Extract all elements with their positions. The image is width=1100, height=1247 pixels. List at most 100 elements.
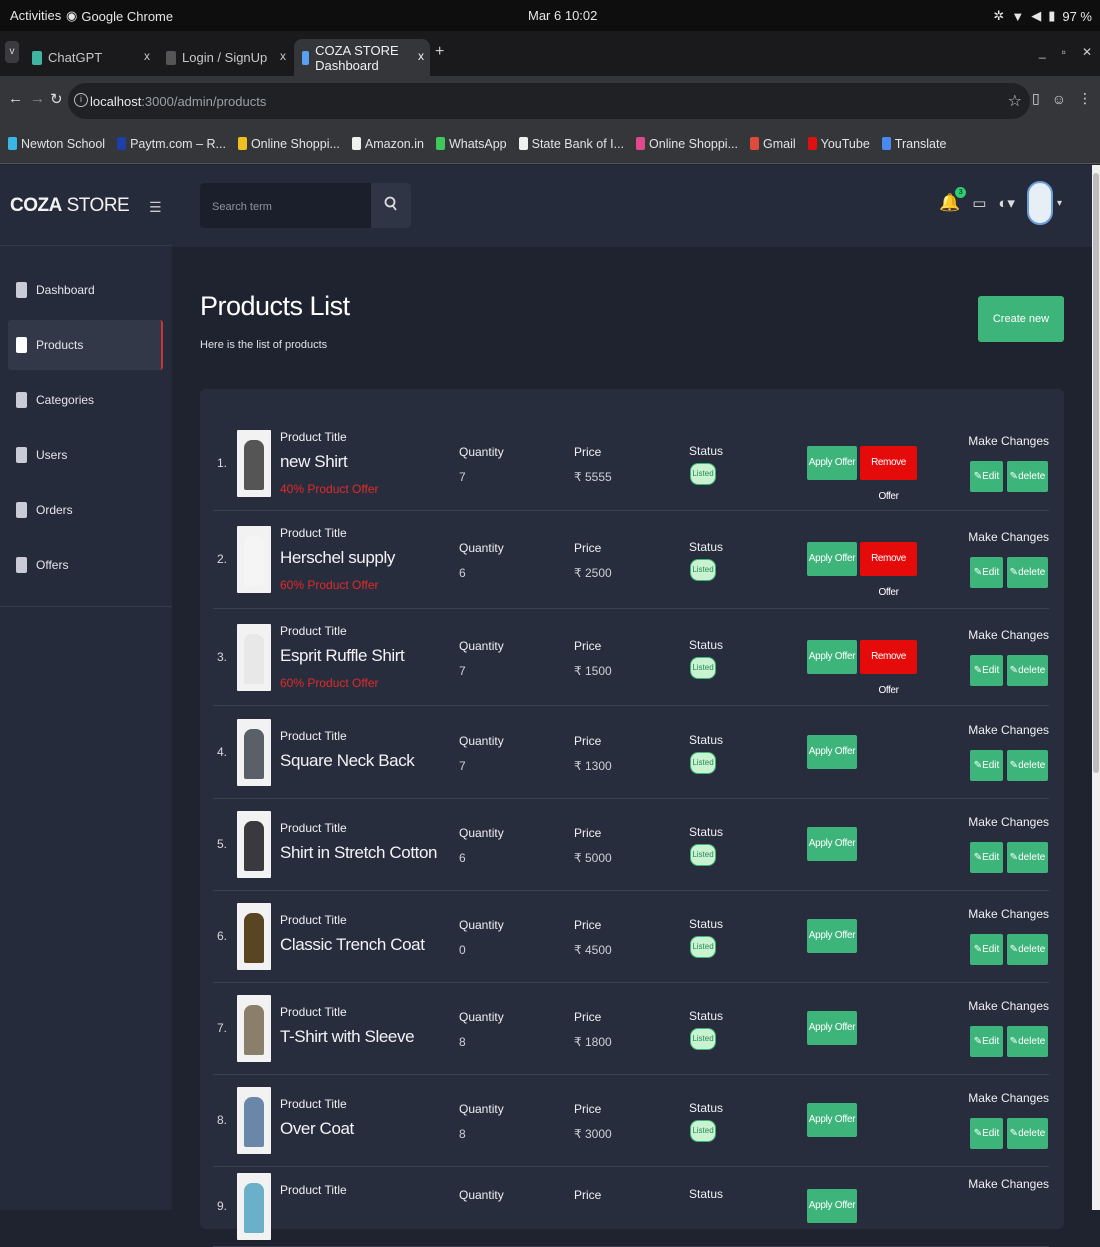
- delete-button[interactable]: ✎delete: [1007, 654, 1048, 686]
- apply-offer-button[interactable]: Apply Offer: [807, 827, 857, 861]
- apply-offer-button[interactable]: Apply Offer: [807, 1011, 857, 1045]
- edit-button[interactable]: ✎Edit: [970, 1026, 1003, 1057]
- sidebar-item-dashboard[interactable]: Dashboard: [8, 265, 163, 315]
- edit-button[interactable]: ✎Edit: [970, 749, 1003, 781]
- notification-bell-icon[interactable]: 🔔 3: [939, 187, 967, 213]
- apply-offer-button[interactable]: Apply Offer: [807, 542, 857, 576]
- edit-button[interactable]: ✎Edit: [970, 557, 1003, 588]
- profile-icon[interactable]: ☺: [1052, 91, 1066, 107]
- apply-offer-button[interactable]: Apply Offer: [807, 446, 857, 480]
- edit-button[interactable]: ✎Edit: [970, 842, 1003, 873]
- app-menu[interactable]: ◉ Google Chrome: [66, 8, 173, 24]
- tab-chatgpt[interactable]: ChatGPT x: [24, 39, 156, 76]
- site-info-icon[interactable]: i: [74, 93, 88, 107]
- product-thumbnail[interactable]: [237, 995, 271, 1062]
- product-thumbnail[interactable]: [237, 903, 271, 970]
- bookmark-item[interactable]: Amazon.in: [351, 137, 424, 151]
- edit-button[interactable]: ✎Edit: [970, 934, 1003, 965]
- avatar[interactable]: [1026, 181, 1053, 225]
- edit-button[interactable]: ✎Edit: [970, 654, 1003, 686]
- bookmark-item[interactable]: Online Shoppi...: [636, 137, 738, 151]
- new-tab-icon[interactable]: +: [435, 43, 444, 61]
- delete-button[interactable]: ✎delete: [1007, 557, 1048, 588]
- tab-close-icon[interactable]: x: [418, 49, 424, 63]
- close-window-icon[interactable]: ✕: [1082, 45, 1092, 59]
- product-thumbnail[interactable]: [237, 1173, 271, 1240]
- sidebar-item-orders[interactable]: Orders: [8, 485, 163, 535]
- status-badge: Listed: [690, 1028, 716, 1050]
- delete-button[interactable]: ✎delete: [1007, 1118, 1048, 1149]
- delete-button[interactable]: ✎delete: [1007, 749, 1048, 781]
- address-bar[interactable]: i localhost:3000/admin/products ☆: [68, 83, 1030, 119]
- tab-close-icon[interactable]: x: [144, 49, 150, 63]
- create-new-button[interactable]: Create new: [978, 296, 1064, 342]
- language-globe-icon[interactable]: ◐▾: [998, 194, 1015, 212]
- product-thumbnail[interactable]: [237, 623, 271, 691]
- reload-icon[interactable]: ↻: [50, 90, 63, 108]
- quantity-value: 8: [459, 1035, 466, 1049]
- delete-button[interactable]: ✎delete: [1007, 842, 1048, 873]
- maximize-icon[interactable]: ▫: [1062, 45, 1066, 59]
- sidebar-item-users[interactable]: Users: [8, 430, 163, 480]
- bookmark-item[interactable]: State Bank of I...: [518, 137, 624, 151]
- search-icon: [384, 196, 397, 211]
- minimize-icon[interactable]: _: [1039, 45, 1046, 59]
- bookmark-label: YouTube: [820, 136, 870, 151]
- forward-icon[interactable]: →: [30, 90, 45, 107]
- edit-label: Edit: [982, 567, 1000, 578]
- search-input[interactable]: Search term: [200, 183, 372, 228]
- bookmark-item[interactable]: Paytm.com – R...: [117, 137, 226, 151]
- bookmark-item[interactable]: YouTube: [807, 136, 870, 151]
- tab-search-button[interactable]: v: [5, 41, 19, 63]
- bookmark-favicon-icon: [636, 137, 646, 150]
- product-thumbnail[interactable]: [237, 718, 271, 786]
- bookmark-item[interactable]: WhatsApp: [435, 137, 507, 151]
- apply-offer-button[interactable]: Apply Offer: [807, 734, 857, 769]
- apply-offer-button[interactable]: Apply Offer: [807, 1189, 857, 1223]
- sidepanel-icon[interactable]: ▯: [1032, 90, 1040, 107]
- clock[interactable]: Mar 6 10:02: [528, 8, 597, 23]
- chevron-down-icon[interactable]: ▾: [1057, 198, 1062, 209]
- product-thumbnail[interactable]: [237, 811, 271, 878]
- product-thumbnail[interactable]: [237, 430, 271, 497]
- delete-button[interactable]: ✎delete: [1007, 1026, 1048, 1057]
- scrollbar-thumb[interactable]: [1093, 173, 1099, 773]
- product-thumbnail[interactable]: [237, 526, 271, 593]
- system-tray[interactable]: ✲ ▼ ◀ ▮ 97 %: [993, 8, 1092, 24]
- pencil-icon: ✎: [1009, 944, 1019, 955]
- bookmark-item[interactable]: Newton School: [8, 137, 105, 151]
- brand-logo[interactable]: COZA STORE: [10, 195, 130, 217]
- activities-button[interactable]: Activities: [10, 8, 61, 23]
- sidebar-item-categories[interactable]: Categories: [8, 375, 163, 425]
- bookmark-star-icon[interactable]: ☆: [1008, 91, 1022, 111]
- bookmark-item[interactable]: Online Shoppi...: [237, 137, 340, 151]
- edit-button[interactable]: ✎Edit: [970, 461, 1003, 492]
- tab-close-icon[interactable]: x: [280, 49, 286, 63]
- delete-button[interactable]: ✎delete: [1007, 461, 1048, 492]
- remove-offer-button[interactable]: Remove Offer: [860, 639, 917, 696]
- tab-coza-dashboard[interactable]: COZA STORE Dashboard x: [294, 39, 430, 76]
- search-button[interactable]: [371, 183, 411, 228]
- edit-button[interactable]: ✎Edit: [970, 1118, 1003, 1149]
- product-thumbnail[interactable]: [237, 1087, 271, 1154]
- make-changes-label: Make Changes: [968, 1177, 1049, 1191]
- sidebar-item-products[interactable]: Products: [8, 320, 163, 370]
- bookmarks-bar: Newton School Paytm.com – R... Online Shop…: [0, 124, 1100, 164]
- sidebar-collapse-icon[interactable]: ☰: [149, 199, 162, 216]
- sidebar-item-offers[interactable]: Offers: [8, 540, 163, 590]
- bookmark-item[interactable]: Gmail: [750, 137, 796, 151]
- chrome-menu-icon[interactable]: ⋮: [1078, 90, 1092, 107]
- page-scrollbar[interactable]: [1092, 165, 1100, 1210]
- apply-offer-button[interactable]: Apply Offer: [807, 919, 857, 953]
- tab-login-signup[interactable]: Login / SignUp x: [158, 39, 292, 76]
- apply-offer-button[interactable]: Apply Offer: [807, 1103, 857, 1137]
- remove-offer-button[interactable]: Remove Offer: [860, 542, 917, 598]
- bookmark-item[interactable]: Translate: [881, 137, 946, 151]
- delete-button[interactable]: ✎delete: [1007, 934, 1048, 965]
- apply-offer-button[interactable]: Apply Offer: [807, 639, 857, 674]
- sidebar-item-label: Dashboard: [36, 283, 95, 297]
- price-value: ₹ 5000: [574, 851, 612, 865]
- back-icon[interactable]: ←: [8, 90, 23, 107]
- remove-offer-button[interactable]: Remove Offer: [860, 446, 917, 502]
- cast-icon[interactable]: ▭: [972, 194, 986, 212]
